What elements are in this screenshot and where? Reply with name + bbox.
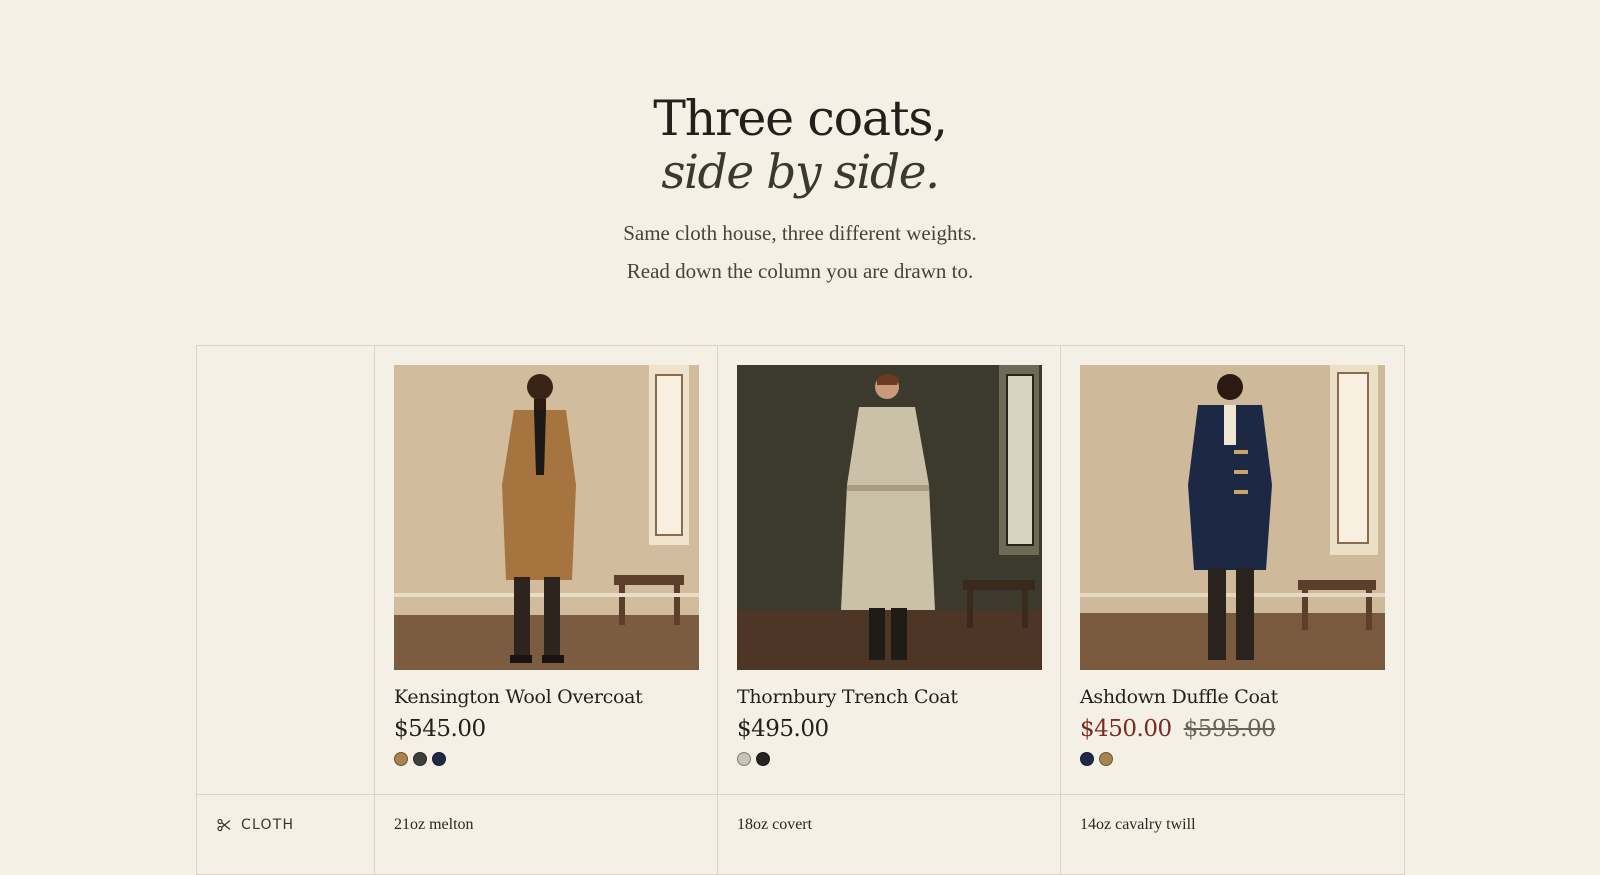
row-label-text: CLOTH	[241, 817, 295, 833]
color-swatches	[394, 752, 698, 766]
hero-subtitle: Same cloth house, three different weight…	[0, 214, 1600, 290]
product-name[interactable]: Ashdown Duffle Coat	[1080, 686, 1385, 708]
cloth-value-thornbury: 18oz covert	[718, 795, 1061, 875]
swatch-navy[interactable]	[432, 752, 446, 766]
hero-subtitle-line2: Read down the column you are drawn to.	[626, 259, 974, 283]
product-price: $495.00	[737, 716, 829, 742]
color-swatches	[1080, 752, 1385, 766]
swatch-black[interactable]	[756, 752, 770, 766]
cloth-value: 18oz covert	[737, 816, 813, 833]
label-column-header	[197, 346, 375, 795]
hero-title-italic: side by side.	[661, 145, 940, 200]
product-card-ashdown[interactable]: Ashdown Duffle Coat $450.00 $595.00	[1061, 346, 1404, 795]
cloth-value: 21oz melton	[394, 816, 474, 833]
product-image-kensington[interactable]	[394, 365, 699, 670]
product-original-price: $595.00	[1183, 716, 1276, 742]
swatch-navy[interactable]	[1080, 752, 1094, 766]
product-image-thornbury[interactable]	[737, 365, 1042, 670]
product-card-thornbury[interactable]: Thornbury Trench Coat $495.00	[718, 346, 1061, 795]
comparison-table: Kensington Wool Overcoat $545.00 Thornbu…	[196, 345, 1405, 875]
price-row: $545.00	[394, 716, 698, 742]
product-name[interactable]: Thornbury Trench Coat	[737, 686, 1041, 708]
cloth-value-ashdown: 14oz cavalry twill	[1061, 795, 1404, 875]
hero-title: Three coats,	[653, 90, 948, 147]
hero-subtitle-line1: Same cloth house, three different weight…	[623, 221, 977, 245]
product-sale-price: $450.00	[1080, 716, 1172, 742]
scissors-icon	[217, 818, 231, 832]
product-card-kensington[interactable]: Kensington Wool Overcoat $545.00	[375, 346, 718, 795]
swatch-camel[interactable]	[1099, 752, 1113, 766]
row-label-cloth: CLOTH	[197, 795, 375, 875]
color-swatches	[737, 752, 1041, 766]
price-row: $495.00	[737, 716, 1041, 742]
product-price: $545.00	[394, 716, 486, 742]
swatch-camel[interactable]	[394, 752, 408, 766]
price-row: $450.00 $595.00	[1080, 716, 1385, 742]
product-name[interactable]: Kensington Wool Overcoat	[394, 686, 698, 708]
hero: Three coats, side by side. Same cloth ho…	[0, 0, 1600, 290]
swatch-stone[interactable]	[737, 752, 751, 766]
cloth-value-kensington: 21oz melton	[375, 795, 718, 875]
cloth-value: 14oz cavalry twill	[1080, 816, 1196, 833]
product-image-ashdown[interactable]	[1080, 365, 1385, 670]
swatch-charcoal[interactable]	[413, 752, 427, 766]
